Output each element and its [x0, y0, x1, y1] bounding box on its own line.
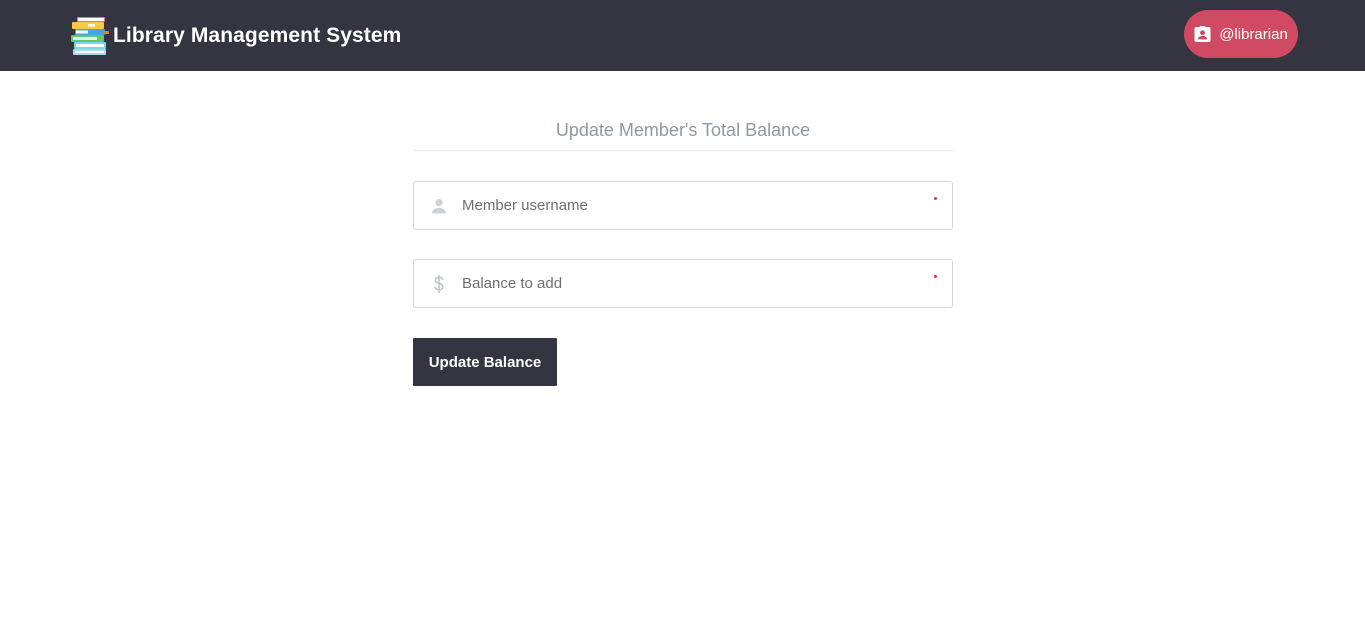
book-stack-icon — [71, 17, 109, 55]
form-title: Update Member's Total Balance — [413, 118, 953, 151]
required-indicator — [934, 275, 937, 278]
dollar-icon — [430, 274, 448, 294]
member-username-input[interactable] — [462, 182, 922, 229]
update-balance-button[interactable]: Update Balance — [413, 338, 557, 386]
member-username-field — [413, 181, 953, 230]
user-icon — [430, 196, 448, 216]
user-label: @librarian — [1219, 25, 1288, 43]
update-balance-form: Update Member's Total Balance Update Bal… — [413, 118, 953, 386]
contact-badge-icon — [1194, 25, 1211, 42]
top-navbar: Library Management System @librarian — [0, 0, 1365, 71]
user-menu-button[interactable]: @librarian — [1184, 10, 1298, 58]
brand[interactable]: Library Management System — [68, 14, 401, 58]
balance-field — [413, 259, 953, 308]
required-indicator — [934, 197, 937, 200]
app-title: Library Management System — [113, 24, 402, 47]
balance-input[interactable] — [462, 260, 922, 307]
